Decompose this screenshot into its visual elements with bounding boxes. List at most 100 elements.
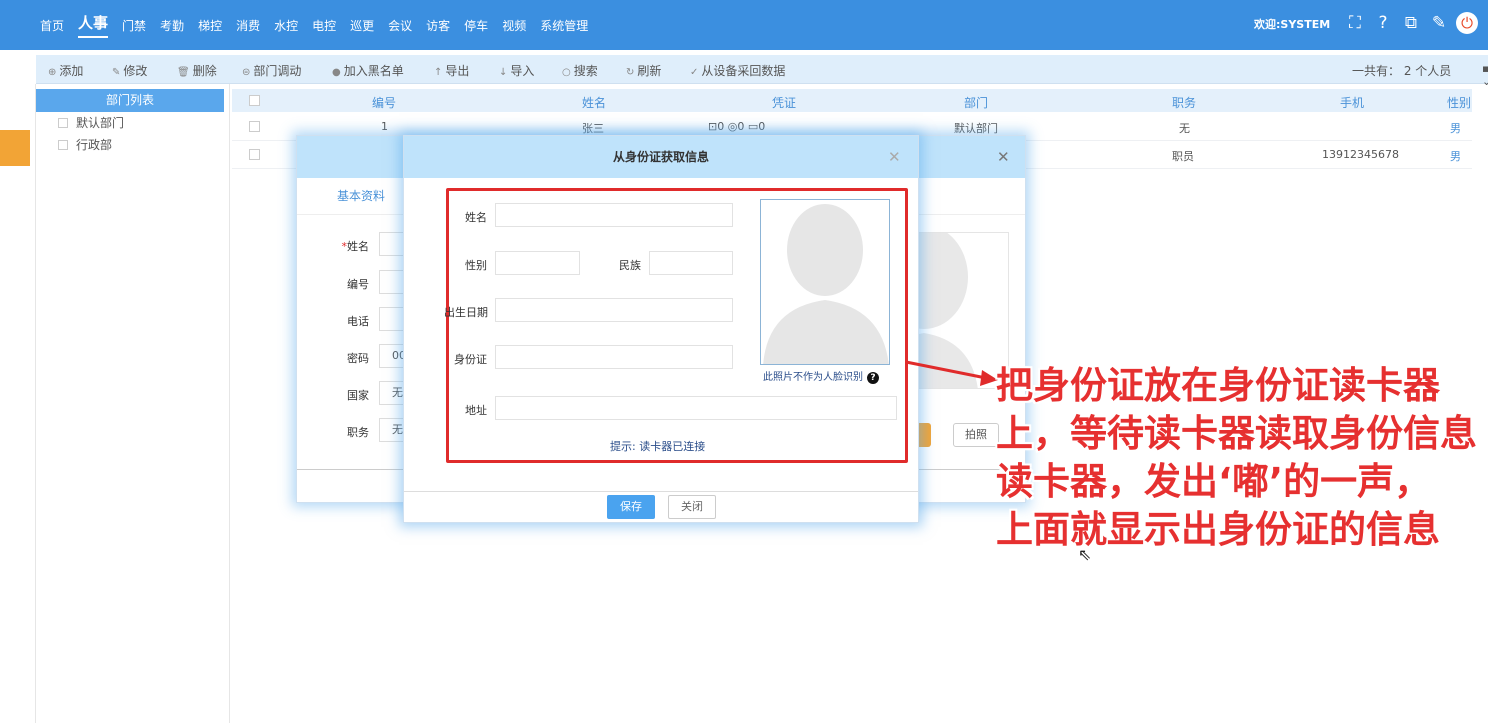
id-photo (760, 199, 890, 365)
nav-item-elevator[interactable]: 梯控 (198, 17, 222, 34)
transfer-button[interactable]: ⊜ 部门调动 (242, 62, 301, 79)
top-navbar: 首页 人事 门禁 考勤 梯控 消费 水控 电控 巡更 会议 访客 停车 视频 系… (0, 0, 1488, 50)
field-label-password: 密码 (347, 352, 369, 365)
checkbox[interactable] (58, 140, 68, 150)
total-count: 一共有： 2 个人员 (1352, 64, 1452, 78)
nav-item-parking[interactable]: 停车 (464, 17, 488, 34)
mouse-cursor-icon: ⇖ (1078, 545, 1092, 564)
add-label: 添加 (59, 64, 84, 78)
panel-divider (229, 84, 230, 723)
power-icon[interactable]: ⏻ (1456, 12, 1478, 34)
column-header[interactable]: 编号 (372, 94, 396, 111)
annotation-text: 把身份证放在身份证读卡器 上，等待读卡器读取身份信息 读卡器，发出‘嘟’的一声，… (996, 362, 1488, 554)
column-header[interactable]: 职务 (1172, 94, 1196, 111)
take-photo-button[interactable]: 拍照 (953, 423, 999, 447)
table-header: 编号 姓名 凭证 部门 职务 手机 性别 (232, 89, 1472, 112)
help-icon[interactable]: ? (1372, 12, 1394, 34)
cell-id: 1 (381, 120, 388, 133)
search-icon: ○ (562, 67, 571, 78)
row-checkbox[interactable] (249, 149, 260, 160)
switch-icon[interactable]: ⧉ (1400, 12, 1422, 34)
reader-hint: 提示: 读卡器已连接 (610, 440, 706, 453)
ethnicity-field[interactable] (649, 251, 733, 275)
check-icon: ✓ (690, 67, 699, 78)
save-button[interactable]: 保存 (607, 495, 655, 519)
cell-gender: 男 (1450, 122, 1461, 135)
cell-gender: 男 (1450, 150, 1461, 163)
address-field[interactable] (495, 396, 897, 420)
pencil-icon: ✎ (112, 67, 121, 78)
avatar-silhouette-icon (763, 204, 889, 364)
delete-button[interactable]: 🗑 删除 (177, 62, 217, 79)
fullscreen-icon[interactable]: ⛶ (1344, 12, 1366, 34)
view-toggle-icon[interactable]: ▪▪ ⌄ (1482, 62, 1488, 88)
id-number-field[interactable] (495, 345, 733, 369)
gender-field[interactable] (495, 251, 580, 275)
department-panel: 部门列表 默认部门 行政部 (36, 89, 224, 156)
column-header[interactable]: 性别 (1447, 94, 1471, 111)
trash-icon: 🗑 (177, 67, 190, 78)
collect-button[interactable]: ✓ 从设备采回数据 (690, 62, 785, 79)
close-button[interactable]: 关闭 (668, 495, 716, 519)
birth-field[interactable] (495, 298, 733, 322)
annotation-line: 上，等待读卡器读取身份信息 (996, 412, 1477, 455)
department-header: 部门列表 (36, 89, 224, 112)
export-label: 导出 (445, 64, 470, 78)
blacklist-button[interactable]: ● 加入黑名单 (332, 62, 404, 79)
nav-item-patrol[interactable]: 巡更 (350, 17, 374, 34)
fingerprint-icon: ◎ (727, 120, 738, 133)
checkbox[interactable] (58, 118, 68, 128)
column-header[interactable]: 凭证 (772, 94, 796, 111)
row-checkbox[interactable] (249, 121, 260, 132)
export-icon: ↑ (434, 67, 443, 78)
footer-divider (404, 491, 918, 492)
close-icon[interactable]: ✕ (888, 148, 901, 166)
column-header[interactable]: 姓名 (582, 94, 606, 111)
photo-placeholder (909, 232, 1009, 389)
department-label: 默认部门 (76, 116, 125, 130)
refresh-button[interactable]: ↻ 刷新 (626, 62, 661, 79)
question-icon[interactable]: ? (867, 372, 879, 384)
field-label-phone: 电话 (347, 315, 369, 328)
name-field[interactable] (495, 203, 733, 227)
select-all-checkbox[interactable] (249, 95, 260, 106)
nav-item-personnel[interactable]: 人事 (78, 12, 109, 38)
transfer-icon: ⊜ (242, 67, 251, 78)
tab-basic-info[interactable]: 基本资料 (317, 178, 417, 214)
column-header[interactable]: 部门 (964, 94, 988, 111)
annotation-line: 上面就显示出身份证的信息 (996, 508, 1440, 551)
avatar-silhouette-icon (910, 233, 978, 388)
field-label-name: *姓名 (337, 238, 370, 254)
nav-item-meeting[interactable]: 会议 (388, 17, 412, 34)
cell-title: 无 (1179, 122, 1190, 135)
nav-item-visitor[interactable]: 访客 (426, 17, 450, 34)
birth-label: 出生日期 (444, 306, 488, 319)
nav-item-access[interactable]: 门禁 (122, 17, 146, 34)
edit-button[interactable]: ✎ 修改 (112, 62, 147, 79)
card-icon: ▭ (747, 120, 759, 133)
toolbar: ⊕ 添加 ✎ 修改 🗑 删除 ⊜ 部门调动 ● 加入黑名单 ↑ 导出 ↓ 导入 ○ 搜索 ↻ 刷新… (36, 55, 1488, 88)
nav-item-water[interactable]: 水控 (274, 17, 298, 34)
import-button[interactable]: ↓ 导入 (499, 62, 534, 79)
add-button[interactable]: ⊕ 添加 (48, 62, 83, 79)
main-menu: 首页 人事 门禁 考勤 梯控 消费 水控 电控 巡更 会议 访客 停车 视频 系… (40, 0, 602, 50)
close-icon[interactable]: ✕ (997, 148, 1010, 166)
upload-button[interactable] (917, 423, 931, 447)
column-header[interactable]: 手机 (1340, 94, 1364, 111)
export-button[interactable]: ↑ 导出 (434, 62, 469, 79)
field-label-country: 国家 (347, 389, 369, 402)
nav-item-consume[interactable]: 消费 (236, 17, 260, 34)
department-item[interactable]: 行政部 (36, 134, 224, 156)
nav-item-video[interactable]: 视频 (502, 17, 526, 34)
nav-item-home[interactable]: 首页 (40, 17, 64, 34)
search-button[interactable]: ○ 搜索 (562, 62, 598, 79)
nav-item-power[interactable]: 电控 (312, 17, 336, 34)
transfer-label: 部门调动 (253, 64, 302, 78)
annotation-line: 读卡器，发出‘嘟’的一声， (996, 460, 1432, 503)
department-item[interactable]: 默认部门 (36, 112, 224, 134)
nav-item-attendance[interactable]: 考勤 (160, 17, 184, 34)
left-side-tab[interactable] (0, 130, 30, 166)
nav-item-system[interactable]: 系统管理 (540, 17, 588, 34)
edit-icon[interactable]: ✎ (1428, 12, 1450, 34)
import-label: 导入 (510, 64, 535, 78)
